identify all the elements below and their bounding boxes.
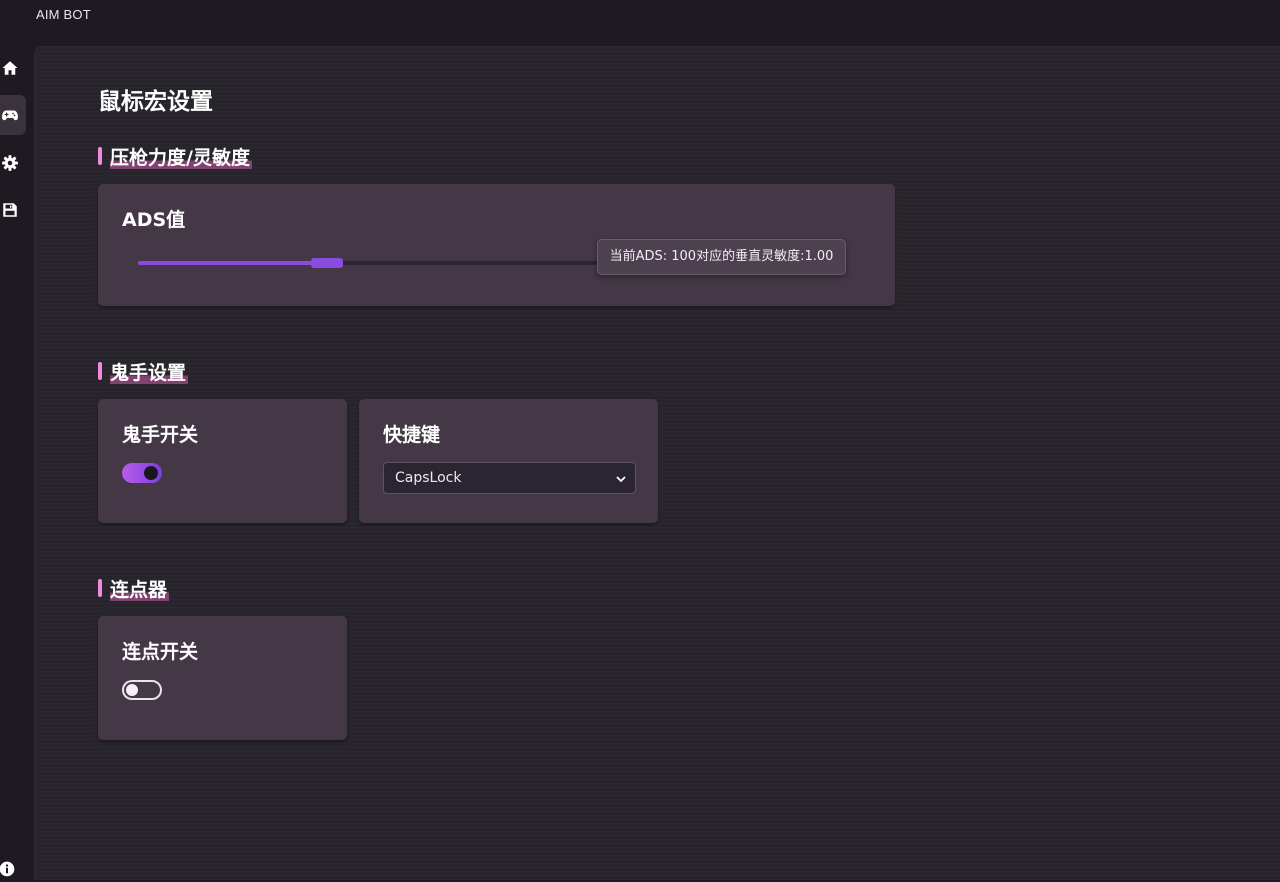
ads-slider[interactable] [138,258,598,268]
ads-slider-thumb[interactable] [310,258,343,268]
sidebar-item-home[interactable] [0,48,26,88]
section-title-recoil: 压枪力度/灵敏度 [98,143,252,170]
ads-slider-fill [138,261,327,265]
gamepad-icon [2,110,18,121]
info-icon [0,861,15,877]
sidebar [0,46,34,880]
toggle-knob [126,684,138,696]
home-icon [2,61,18,75]
section-title-clicker: 连点器 [98,575,170,602]
toggle-knob [144,466,158,480]
main-content: 鼠标宏设置 压枪力度/灵敏度 ADS值 当前ADS: 100对应的垂直灵敏度:1… [34,46,1280,880]
hotkey-card: 快捷键 CapsLock [359,399,658,523]
ghost-switch-toggle[interactable] [122,463,162,483]
hotkey-select-value: CapsLock [395,470,462,486]
sidebar-item-settings[interactable] [0,143,26,183]
save-icon [3,203,17,217]
section-title-ghost: 鬼手设置 [98,358,189,385]
clicker-switch-label: 连点开关 [122,641,199,663]
clicker-switch-card: 连点开关 [98,616,347,740]
sidebar-info[interactable] [0,856,20,882]
app-title: AIM BOT [36,7,91,22]
title-bar: AIM BOT [0,0,1280,46]
sidebar-item-game[interactable] [0,95,26,135]
page-title: 鼠标宏设置 [98,89,213,115]
ads-tooltip: 当前ADS: 100对应的垂直灵敏度:1.00 [597,239,846,275]
chevron-down-icon [616,476,626,483]
ads-label: ADS值 [122,209,186,231]
hotkey-select[interactable]: CapsLock [383,462,636,494]
gear-icon [2,155,18,171]
sidebar-item-save[interactable] [0,190,26,230]
clicker-switch-toggle[interactable] [122,680,162,700]
hotkey-label: 快捷键 [383,424,441,446]
ads-card: ADS值 当前ADS: 100对应的垂直灵敏度:1.00 [98,184,895,306]
ghost-switch-label: 鬼手开关 [122,424,199,446]
ghost-switch-card: 鬼手开关 [98,399,347,523]
